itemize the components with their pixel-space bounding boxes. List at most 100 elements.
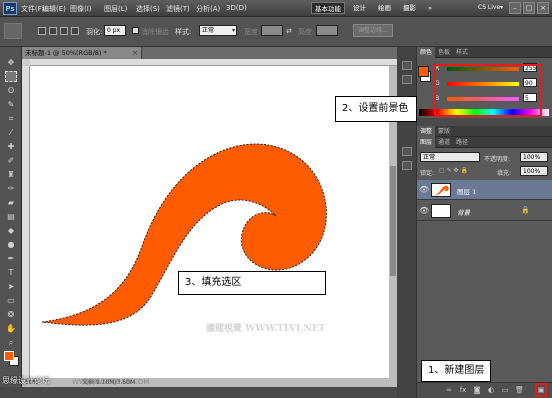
minimize-icon[interactable]: – bbox=[509, 2, 521, 14]
move-tool-icon[interactable]: ✥ bbox=[5, 57, 17, 68]
antialias-checkbox[interactable] bbox=[132, 27, 139, 34]
type-tool-icon[interactable]: T bbox=[5, 267, 17, 278]
path-selection-tool-icon[interactable]: ➤ bbox=[5, 281, 17, 292]
width-input[interactable] bbox=[261, 25, 283, 36]
brushes-panel-icon[interactable] bbox=[402, 161, 412, 170]
layer-style-icon[interactable]: fx bbox=[459, 386, 467, 394]
style-select[interactable]: 正常 bbox=[199, 25, 237, 36]
color-panel-foreground-swatch[interactable] bbox=[418, 66, 429, 77]
color-highlight-frame bbox=[434, 64, 542, 117]
fill-label: 填充: bbox=[497, 170, 512, 177]
workspace-essentials[interactable]: 基本功能 bbox=[311, 2, 345, 14]
foreground-color-swatch[interactable] bbox=[4, 351, 14, 361]
subtract-selection-icon[interactable] bbox=[60, 27, 68, 35]
menu-select[interactable]: 选择(S) bbox=[136, 4, 160, 14]
opacity-label: 不透明度: bbox=[484, 156, 511, 163]
dodge-tool-icon[interactable]: ● bbox=[5, 239, 17, 250]
eyedropper-tool-icon[interactable]: ⁄ bbox=[5, 127, 17, 138]
blend-mode-select[interactable]: 正常 bbox=[420, 152, 480, 162]
tab-styles[interactable]: 样式 bbox=[453, 47, 471, 58]
history-brush-tool-icon[interactable]: ✑ bbox=[5, 183, 17, 194]
menu-bar: Ps 文件(F) 编辑(E) 图像(I) 图层(L) 选择(S) 滤镜(T) 分… bbox=[0, 0, 552, 17]
menu-layer[interactable]: 图层(L) bbox=[104, 4, 127, 14]
tab-swatches[interactable]: 色板 bbox=[435, 47, 453, 58]
close-icon[interactable]: × bbox=[537, 2, 549, 14]
shape-tool-icon[interactable]: ▭ bbox=[5, 295, 17, 306]
adjustment-layer-icon[interactable]: ◐ bbox=[487, 386, 495, 394]
swap-icon[interactable]: ⇄ bbox=[286, 27, 292, 35]
menu-edit[interactable]: 编辑(E) bbox=[42, 4, 66, 14]
scroll-thumb[interactable] bbox=[390, 166, 396, 276]
menu-file[interactable]: 文件(F) bbox=[21, 4, 45, 14]
new-group-icon[interactable]: ▭ bbox=[501, 386, 509, 394]
tab-masks[interactable]: 蒙版 bbox=[435, 126, 453, 137]
menu-3d[interactable]: 3D(D) bbox=[226, 4, 247, 12]
gradient-tool-icon[interactable]: ▤ bbox=[5, 211, 17, 222]
visibility-eye-icon[interactable]: 👁 bbox=[419, 206, 429, 216]
tab-channels[interactable]: 通道 bbox=[435, 137, 453, 148]
layer-row[interactable]: 👁 背景 🔒 bbox=[417, 201, 552, 221]
tab-paths[interactable]: 路径 bbox=[453, 137, 471, 148]
lasso-tool-icon[interactable]: ʘ bbox=[5, 85, 17, 96]
menu-filter[interactable]: 滤镜(T) bbox=[166, 4, 190, 14]
window-controls: – □ × bbox=[509, 2, 549, 14]
menu-analysis[interactable]: 分析(A) bbox=[196, 4, 220, 14]
trash-icon[interactable]: 🗑 bbox=[515, 386, 524, 394]
document-tab[interactable]: 未标题-1 @ 50%(RGB/8) * × bbox=[22, 47, 142, 59]
history-panel-icon[interactable] bbox=[402, 61, 412, 70]
fill-selection-callout: 3、填充选区 bbox=[178, 271, 326, 295]
clone-stamp-tool-icon[interactable]: ♜ bbox=[5, 169, 17, 180]
tab-adjustments[interactable]: 调整 bbox=[417, 126, 436, 137]
layer-thumbnail bbox=[431, 204, 451, 218]
link-layers-icon[interactable]: ∞ bbox=[445, 386, 453, 394]
layer-name[interactable]: 背景 bbox=[457, 207, 470, 217]
hand-tool-icon[interactable]: ✋ bbox=[5, 323, 17, 334]
refine-edge-button[interactable]: 调整边缘... bbox=[353, 24, 393, 37]
add-mask-icon[interactable]: ◙ bbox=[473, 386, 481, 394]
quick-selection-tool-icon[interactable]: ✎ bbox=[5, 99, 17, 110]
tool-presets-icon[interactable] bbox=[402, 147, 412, 156]
photoshop-logo: Ps bbox=[3, 2, 17, 15]
right-panels: 颜色 色板 样式 R 255 G 90 B 5 调整 蒙版 图层 通道 路径 正… bbox=[397, 47, 552, 398]
tab-color[interactable]: 颜色 bbox=[417, 47, 436, 58]
spot-healing-tool-icon[interactable]: ✚ bbox=[5, 141, 17, 152]
visibility-eye-icon[interactable]: 👁 bbox=[419, 185, 429, 195]
cs-live-button[interactable]: CS Live▾ bbox=[478, 2, 503, 14]
layer-thumbnail bbox=[431, 183, 451, 197]
workspace-painting[interactable]: 绘画 bbox=[375, 2, 394, 14]
new-layer-callout: 1、新建图层 bbox=[421, 360, 492, 382]
add-selection-icon[interactable] bbox=[49, 27, 57, 35]
layer-row[interactable]: 👁 图层 1 bbox=[417, 180, 552, 200]
close-tab-icon[interactable]: × bbox=[132, 47, 138, 59]
vertical-ruler bbox=[22, 66, 30, 378]
ruler-corner bbox=[22, 59, 30, 66]
opacity-input[interactable]: 100% bbox=[520, 152, 548, 162]
feather-input[interactable]: 0 px bbox=[104, 25, 126, 36]
forum-credit-url: WWW.MISSYUAN.COM bbox=[72, 378, 150, 386]
3d-rotate-tool-icon[interactable]: ❂ bbox=[5, 309, 17, 320]
menu-image[interactable]: 图像(I) bbox=[70, 4, 92, 14]
height-input[interactable] bbox=[316, 25, 338, 36]
eraser-tool-icon[interactable]: ▰ bbox=[5, 197, 17, 208]
layer-name[interactable]: 图层 1 bbox=[457, 186, 476, 196]
maximize-icon[interactable]: □ bbox=[523, 2, 535, 14]
lock-icons[interactable]: ▢ ✎ ✥ 🔒 bbox=[439, 167, 468, 174]
marquee-tool-preset-icon[interactable] bbox=[4, 23, 22, 39]
new-selection-icon[interactable] bbox=[38, 27, 46, 35]
pen-tool-icon[interactable]: ✒ bbox=[5, 253, 17, 264]
blur-tool-icon[interactable]: ◆ bbox=[5, 225, 17, 236]
actions-panel-icon[interactable] bbox=[402, 75, 412, 84]
watermark-text: 膳龍視覺 WWW.TLVI.NET bbox=[206, 324, 326, 334]
intersect-selection-icon[interactable] bbox=[71, 27, 79, 35]
workspace-photography[interactable]: 摄影 bbox=[400, 2, 419, 14]
workspace-more[interactable]: » bbox=[425, 2, 435, 14]
rectangular-marquee-tool-icon[interactable] bbox=[5, 71, 17, 82]
width-label: 宽度: bbox=[244, 28, 261, 36]
tab-layers[interactable]: 图层 bbox=[417, 137, 436, 148]
layers-panel-tabs: 图层 通道 路径 bbox=[417, 137, 552, 148]
brush-tool-icon[interactable]: ✐ bbox=[5, 155, 17, 166]
workspace-design[interactable]: 设计 bbox=[350, 2, 369, 14]
fill-input[interactable]: 100% bbox=[520, 166, 548, 176]
crop-tool-icon[interactable]: ⌗ bbox=[5, 113, 17, 124]
zoom-tool-icon[interactable]: ⌕ bbox=[5, 337, 17, 348]
